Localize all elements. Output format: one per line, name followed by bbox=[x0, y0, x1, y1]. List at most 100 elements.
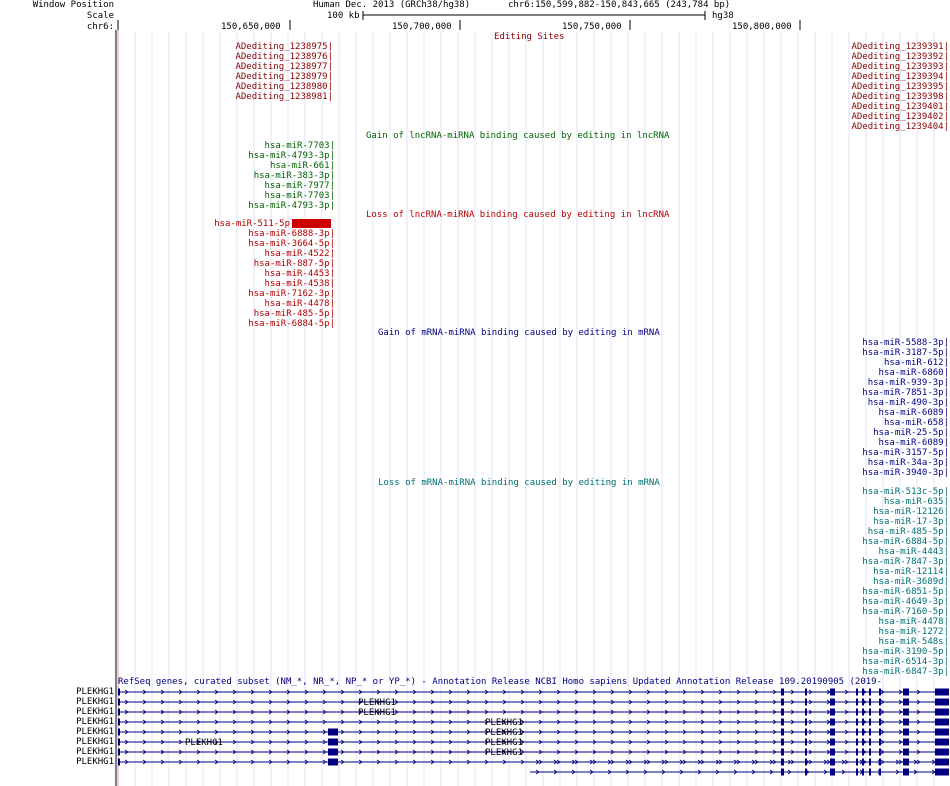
gene-exon[interactable] bbox=[328, 728, 338, 736]
gene-exon[interactable] bbox=[869, 738, 871, 746]
gene-exon[interactable] bbox=[781, 728, 784, 736]
gene-exon[interactable] bbox=[869, 688, 871, 696]
gene-exon[interactable] bbox=[862, 688, 864, 696]
gene-exon[interactable] bbox=[862, 698, 864, 706]
gene-inline-label[interactable]: PLEKHG1 bbox=[358, 708, 396, 718]
gene-exon[interactable] bbox=[805, 728, 807, 736]
gene-exon[interactable] bbox=[856, 708, 858, 716]
gene-exon[interactable] bbox=[830, 728, 835, 736]
gene-exon[interactable] bbox=[903, 738, 909, 746]
gene-exon[interactable] bbox=[935, 728, 949, 736]
gene-inline-label[interactable]: PLEKHG1 bbox=[185, 738, 223, 748]
gene-exon[interactable] bbox=[118, 698, 120, 706]
gene-inline-label[interactable]: PLEKHG1 bbox=[485, 738, 523, 748]
gene-exon[interactable] bbox=[935, 718, 949, 726]
gene-exon[interactable] bbox=[830, 718, 835, 726]
gene-exon[interactable] bbox=[781, 718, 784, 726]
gene-exon[interactable] bbox=[862, 738, 864, 746]
gene-exon[interactable] bbox=[879, 758, 881, 766]
gene-exon[interactable] bbox=[856, 728, 858, 736]
gene-exon[interactable] bbox=[903, 718, 909, 726]
gene-inline-label[interactable]: PLEKHG1 bbox=[485, 718, 523, 728]
gene-exon[interactable] bbox=[805, 768, 807, 776]
gene-exon[interactable] bbox=[328, 738, 338, 746]
gene-exon[interactable] bbox=[805, 698, 807, 706]
gene-exon[interactable] bbox=[862, 708, 864, 716]
gene-exon[interactable] bbox=[856, 718, 858, 726]
gene-exon[interactable] bbox=[903, 748, 909, 756]
gene-inline-label[interactable]: PLEKHG1 bbox=[485, 728, 523, 738]
gene-exon[interactable] bbox=[856, 758, 858, 766]
gene-exon[interactable] bbox=[118, 758, 120, 766]
gene-exon[interactable] bbox=[830, 708, 835, 716]
gene-exon[interactable] bbox=[903, 698, 909, 706]
gene-exon[interactable] bbox=[856, 698, 858, 706]
gene-exon[interactable] bbox=[869, 698, 871, 706]
gene-exon[interactable] bbox=[805, 708, 807, 716]
gene-exon[interactable] bbox=[118, 708, 120, 716]
gene-exon[interactable] bbox=[118, 718, 120, 726]
gene-exon[interactable] bbox=[879, 748, 881, 756]
gene-exon[interactable] bbox=[903, 708, 909, 716]
gene-exon[interactable] bbox=[879, 718, 881, 726]
gene-exon[interactable] bbox=[935, 698, 949, 706]
gene-exon[interactable] bbox=[869, 768, 871, 776]
gene-exon[interactable] bbox=[118, 688, 120, 696]
gene-exon[interactable] bbox=[879, 728, 881, 736]
gene-exon[interactable] bbox=[118, 728, 120, 736]
gene-exon[interactable] bbox=[869, 758, 871, 766]
gene-exon[interactable] bbox=[935, 758, 949, 766]
gene-exon[interactable] bbox=[869, 718, 871, 726]
gene-exon[interactable] bbox=[856, 748, 858, 756]
gene-exon[interactable] bbox=[830, 698, 835, 706]
gene-exon[interactable] bbox=[862, 728, 864, 736]
gene-exon[interactable] bbox=[856, 688, 858, 696]
gene-exon[interactable] bbox=[805, 738, 807, 746]
gene-exon[interactable] bbox=[328, 748, 338, 756]
gene-exon[interactable] bbox=[781, 698, 784, 706]
gene-exon[interactable] bbox=[862, 768, 864, 776]
gene-exon[interactable] bbox=[935, 768, 949, 776]
gene-exon[interactable] bbox=[830, 688, 835, 696]
gene-exon[interactable] bbox=[805, 718, 807, 726]
gene-exon[interactable] bbox=[781, 768, 784, 776]
gene-inline-label[interactable]: PLEKHG1 bbox=[358, 698, 396, 708]
gene-exon[interactable] bbox=[781, 748, 784, 756]
gene-exon[interactable] bbox=[903, 758, 909, 766]
gene-exon[interactable] bbox=[805, 758, 807, 766]
gene-exon[interactable] bbox=[903, 688, 909, 696]
gene-exon[interactable] bbox=[879, 768, 881, 776]
gene-exon[interactable] bbox=[862, 718, 864, 726]
gene-exon[interactable] bbox=[879, 688, 881, 696]
gene-exon[interactable] bbox=[862, 748, 864, 756]
gene-exon[interactable] bbox=[781, 708, 784, 716]
gene-inline-label[interactable]: PLEKHG1 bbox=[485, 748, 523, 758]
gene-exon[interactable] bbox=[830, 758, 835, 766]
gene-exon[interactable] bbox=[118, 738, 120, 746]
gene-exon[interactable] bbox=[935, 738, 949, 746]
gene-exon[interactable] bbox=[903, 728, 909, 736]
gene-exon[interactable] bbox=[781, 688, 784, 696]
gene-exon[interactable] bbox=[935, 748, 949, 756]
gene-exon[interactable] bbox=[328, 758, 338, 766]
gene-exon[interactable] bbox=[869, 728, 871, 736]
gene-exon[interactable] bbox=[935, 708, 949, 716]
gene-exon[interactable] bbox=[879, 708, 881, 716]
gene-exon[interactable] bbox=[856, 738, 858, 746]
gene-exon[interactable] bbox=[830, 768, 835, 776]
gene-exon[interactable] bbox=[781, 758, 784, 766]
gene-exon[interactable] bbox=[856, 768, 858, 776]
gene-exon[interactable] bbox=[805, 748, 807, 756]
gene-exon[interactable] bbox=[805, 688, 807, 696]
gene-exon[interactable] bbox=[869, 748, 871, 756]
gene-exon[interactable] bbox=[118, 748, 120, 756]
gene-exon[interactable] bbox=[879, 698, 881, 706]
gene-exon[interactable] bbox=[830, 748, 835, 756]
gene-exon[interactable] bbox=[903, 768, 909, 776]
gene-exon[interactable] bbox=[862, 758, 864, 766]
gene-exon[interactable] bbox=[830, 738, 835, 746]
gene-exon[interactable] bbox=[935, 688, 949, 696]
gene-exon[interactable] bbox=[879, 738, 881, 746]
gene-exon[interactable] bbox=[781, 738, 784, 746]
gene-exon[interactable] bbox=[869, 708, 871, 716]
